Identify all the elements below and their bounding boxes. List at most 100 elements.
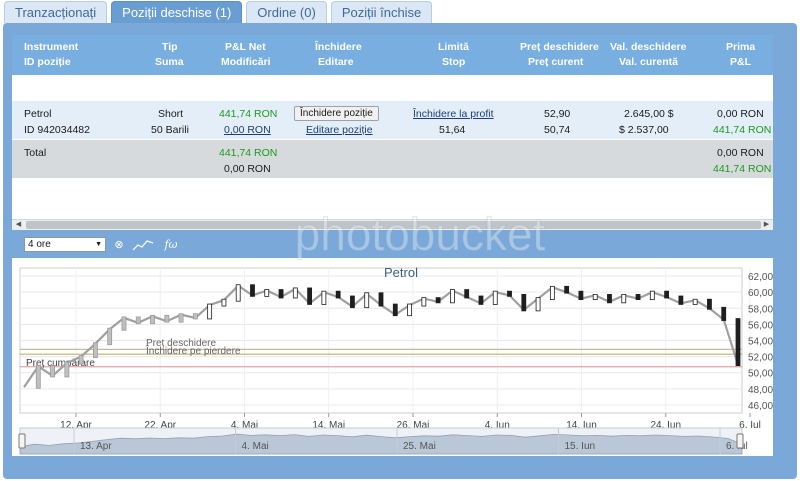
header-val-deschidere: Val. deschidere (610, 41, 687, 53)
header-limita: Limită (438, 41, 469, 53)
candle (178, 313, 184, 323)
candle (278, 289, 284, 299)
candle (492, 290, 498, 305)
candle (93, 342, 98, 359)
tab-tranzactionati[interactable]: Tranzacționați (4, 1, 108, 23)
interval-select[interactable]: 4 ore ▼ (24, 237, 106, 252)
candle (221, 298, 227, 307)
candle (392, 303, 398, 317)
candle (364, 292, 370, 309)
header-stop: Stop (442, 56, 466, 68)
candle (678, 295, 684, 305)
candle (692, 298, 698, 305)
scrollbar-thumb[interactable] (26, 221, 761, 229)
candle (592, 293, 598, 301)
cell-suma: 50 Barili (151, 124, 189, 136)
candle (464, 289, 470, 299)
price-chart-svg: Preț deschidereÎnchidere pe pierderePreț… (18, 265, 773, 455)
candle (207, 303, 213, 320)
candle (649, 290, 655, 301)
navigator-tick-label: 15. Iun (565, 441, 596, 452)
candle (664, 290, 669, 299)
y-tick-label: 50,00 (748, 369, 773, 380)
total-prima-pl: 441,74 RON (713, 163, 772, 175)
candle (721, 306, 727, 321)
annotation-label: Închidere pe pierdere (145, 344, 241, 357)
candle (735, 318, 741, 367)
cell-pl-net: 441,74 RON (219, 108, 278, 120)
candle (407, 303, 412, 317)
cell-val-deschidere: 2.645,00 $ (624, 108, 674, 120)
navigator-handle[interactable] (736, 433, 744, 449)
tab-pozitii-inchise[interactable]: Poziții închise (330, 1, 433, 23)
chart-title: Petrol (384, 265, 418, 280)
tab-pozitii-deschise[interactable]: Poziții deschise (1) (111, 1, 243, 23)
cell-prima: 0,00 RON (717, 108, 764, 120)
table-row: Petrol ID 942034482 Short 50 Barili 441,… (12, 101, 773, 139)
y-tick-label: 62,00 (748, 272, 773, 283)
tab-bar: Tranzacționați Poziții deschise (1) Ordi… (4, 1, 433, 23)
y-tick-label: 60,00 (748, 288, 773, 299)
candle (107, 327, 113, 346)
header-suma: Suma (155, 56, 184, 68)
candle (121, 316, 127, 331)
tab-ordine[interactable]: Ordine (0) (246, 1, 327, 23)
zoom-reset-icon[interactable]: ⊗ (112, 238, 126, 252)
line-chart-icon[interactable] (132, 238, 154, 252)
candle (564, 285, 570, 294)
header-prima: Prima (726, 41, 756, 53)
candle (350, 295, 355, 309)
header-tip: Tip (162, 41, 178, 53)
chart-toolbar: 4 ore ▼ ⊗ fω (24, 237, 182, 252)
price-chart[interactable]: Preț deschidere Închidere pe pierdere Preț… (12, 258, 773, 456)
candle (307, 287, 313, 305)
cell-tip: Short (158, 108, 184, 120)
candle (135, 316, 141, 325)
candle (292, 287, 298, 299)
y-tick-label: 46,00 (748, 401, 773, 412)
cell-val-curenta: $ 2.537,00 (619, 124, 669, 136)
header-inchidere: Închidere (315, 41, 362, 53)
candle (521, 293, 527, 312)
cell-modificari-link[interactable]: 0,00 RON (224, 123, 271, 138)
total-label: Total (24, 147, 47, 159)
candle (50, 364, 55, 378)
candle (607, 293, 612, 304)
candle (192, 313, 198, 320)
candle (621, 293, 627, 304)
y-tick-label: 48,00 (748, 385, 773, 396)
cell-pret-deschidere: 52,90 (544, 108, 571, 120)
header-editare: Editare (318, 56, 354, 68)
scroll-right-icon[interactable]: ▶ (761, 220, 772, 230)
scroll-left-icon[interactable]: ◀ (13, 220, 24, 230)
table-total-row: Total 441,74 RON 0,00 RON 0,00 RON 441,7… (12, 140, 773, 178)
cell-pret-curent: 50,74 (544, 124, 571, 136)
cell-stop: 51,64 (439, 124, 466, 136)
indicator-fx-icon[interactable]: fω (160, 238, 182, 252)
navigator-tick-label: 25. Mai (403, 441, 436, 452)
y-tick-label: 56,00 (748, 320, 773, 331)
cell-instrument: Petrol (24, 108, 52, 120)
navigator-handle[interactable] (18, 433, 26, 449)
candle (335, 290, 341, 299)
take-profit-link[interactable]: Închidere la profit (413, 107, 494, 122)
horizontal-scrollbar[interactable]: ◀ ▶ (12, 219, 773, 230)
chart-navigator: 13. Apr4. Mai25. Mai15. Iun6. Iul (18, 427, 748, 455)
header-modificari: Modificări (221, 56, 271, 68)
candle (150, 314, 155, 325)
candle (707, 298, 712, 310)
edit-position-link[interactable]: Editare poziție (306, 123, 373, 138)
candle (35, 364, 41, 389)
candle (78, 355, 84, 365)
candle (421, 297, 427, 307)
chart-y-axis: 62,00 60,00 58,00 56,00 54,00 52,00 50,00 48,00… (748, 272, 773, 412)
candle (250, 284, 255, 297)
total-prima: 0,00 RON (717, 147, 764, 159)
header-pret-curent: Preț curent (528, 56, 584, 68)
candle (64, 361, 70, 378)
header-instrument: Instrument (24, 41, 79, 53)
candle (435, 297, 441, 304)
header-pret-deschidere: Preț deschidere (520, 41, 599, 53)
candle (578, 290, 584, 301)
close-position-button[interactable]: Închidere poziție (294, 106, 379, 121)
